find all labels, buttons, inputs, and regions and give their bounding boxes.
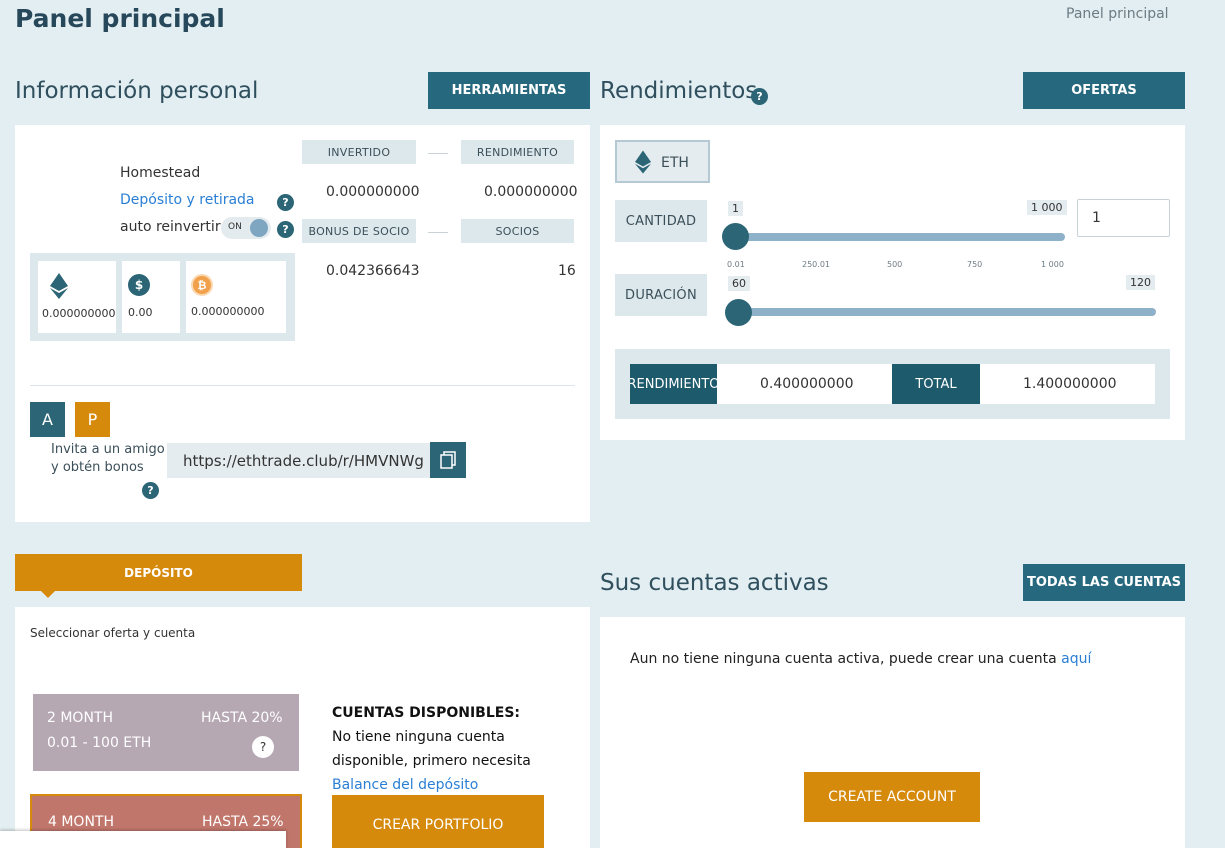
- currency-selector[interactable]: ETH: [615, 140, 710, 183]
- amount-tick: 0.01: [727, 260, 745, 269]
- amount-tick: 750: [967, 260, 983, 269]
- partners-value: 16: [558, 263, 576, 279]
- invite-text-line1: Invita a un amigo: [51, 442, 165, 457]
- avatar-a[interactable]: A: [30, 402, 65, 437]
- btc-balance-card: ₿ 0.000000000: [186, 261, 286, 333]
- ethereum-icon: [50, 273, 68, 299]
- eth-balance-card: 0.000000000: [38, 261, 116, 333]
- eth-balance-value: 0.000000000: [42, 307, 116, 320]
- duration-slider-track[interactable]: [728, 308, 1156, 316]
- here-link[interactable]: aquí: [1061, 651, 1091, 667]
- partners-label: SOCIOS: [461, 219, 574, 243]
- duration-slider-handle[interactable]: [725, 299, 752, 326]
- no-accounts-text: Aun no tiene ninguna cuenta activa, pued…: [630, 651, 1057, 667]
- duration-label: DURACIÓN: [615, 274, 707, 316]
- plan-name: 2 MONTH: [47, 710, 114, 726]
- deposit-withdraw-link[interactable]: Depósito y retirada: [120, 192, 255, 208]
- amount-tick: 1 000: [1041, 260, 1064, 269]
- result-box: RENDIMIENTO 0.400000000 TOTAL 1.40000000…: [615, 349, 1170, 419]
- available-accounts-text: disponible, primero necesita: [332, 753, 531, 769]
- divider: [30, 385, 575, 386]
- amount-slider-track[interactable]: [728, 233, 1065, 241]
- amount-tick: 500: [887, 260, 903, 269]
- btc-balance-value: 0.000000000: [191, 305, 265, 318]
- duration-min-badge: 60: [728, 276, 750, 291]
- no-accounts-message: Aun no tiene ninguna cuenta activa, pued…: [630, 651, 1091, 667]
- personal-info-title: Información personal: [15, 78, 259, 104]
- invested-label: INVERTIDO: [302, 140, 416, 164]
- returns-title: Rendimientos: [600, 78, 758, 104]
- auto-reinvest-toggle[interactable]: ON: [221, 217, 271, 239]
- referral-link-field[interactable]: https://ethtrade.club/r/HMVNWg: [167, 443, 431, 478]
- currency-label: ETH: [661, 155, 689, 171]
- yield-value: 0.000000000: [484, 184, 578, 200]
- overlay-bar: [0, 831, 286, 848]
- amount-input[interactable]: [1077, 199, 1170, 237]
- network-label: Homestead: [120, 165, 201, 181]
- duration-max-badge: 120: [1126, 275, 1155, 290]
- usd-balance-card: $ 0.00: [122, 261, 180, 333]
- help-icon[interactable]: ?: [277, 194, 294, 211]
- deposit-panel: Seleccionar oferta y cuenta 2 MONTH HAST…: [0, 607, 590, 848]
- plan-card-2-month[interactable]: 2 MONTH HASTA 20% 0.01 - 100 ETH ?: [33, 694, 299, 771]
- plan-name: 4 MONTH: [48, 814, 115, 830]
- tab-arrow-icon: [41, 591, 55, 598]
- breadcrumb[interactable]: Panel principal: [1066, 6, 1169, 22]
- ethereum-icon: [635, 150, 651, 174]
- copy-icon: [440, 451, 456, 469]
- select-offer-text: Seleccionar oferta y cuenta: [30, 626, 196, 640]
- avatar-p[interactable]: P: [75, 402, 110, 437]
- help-icon[interactable]: ?: [277, 221, 294, 238]
- result-yield-label: RENDIMIENTO: [630, 364, 717, 404]
- plan-rate: HASTA 25%: [202, 814, 284, 830]
- divider: [428, 153, 448, 154]
- invite-text-line2: y obtén bonos: [51, 460, 144, 475]
- create-account-button[interactable]: CREATE ACCOUNT: [804, 772, 980, 822]
- active-accounts-panel: Aun no tiene ninguna cuenta activa, pued…: [600, 617, 1185, 848]
- auto-reinvest-label: auto reinvertir: [120, 219, 221, 235]
- plan-rate: HASTA 20%: [201, 710, 283, 726]
- available-accounts-text: No tiene ninguna cuenta: [332, 729, 505, 745]
- amount-slider-handle[interactable]: [722, 223, 749, 250]
- dollar-icon: $: [128, 274, 150, 296]
- result-yield-value: 0.400000000: [760, 376, 854, 392]
- page-title: Panel principal: [15, 4, 225, 33]
- balances-box: 0.000000000 $ 0.00 ₿ 0.000000000: [30, 253, 295, 341]
- divider: [428, 232, 448, 233]
- deposit-balance-link[interactable]: Balance del depósito: [332, 777, 478, 793]
- amount-max-badge: 1 000: [1027, 200, 1067, 215]
- partner-bonus-label: BONUS DE SOCIO: [302, 219, 416, 243]
- returns-panel: ETH CANTIDAD 1 1 000 0.01 250.01 500 750…: [600, 125, 1185, 440]
- deposit-tab[interactable]: DEPÓSITO: [15, 554, 302, 591]
- amount-min-badge: 1: [728, 201, 743, 216]
- invested-value: 0.000000000: [326, 184, 420, 200]
- toggle-knob: [250, 219, 268, 237]
- partner-bonus-value: 0.042366643: [326, 263, 420, 279]
- total-value: 1.400000000: [1023, 376, 1117, 392]
- all-accounts-button[interactable]: TODAS LAS CUENTAS: [1023, 564, 1185, 601]
- amount-tick: 250.01: [802, 260, 830, 269]
- bitcoin-icon: ₿: [191, 274, 213, 296]
- yield-label: RENDIMIENTO: [461, 140, 574, 164]
- toggle-label: ON: [228, 222, 242, 232]
- help-icon[interactable]: ?: [252, 736, 274, 758]
- amount-label: CANTIDAD: [615, 200, 707, 242]
- help-icon[interactable]: ?: [142, 482, 159, 499]
- active-accounts-title: Sus cuentas activas: [600, 570, 829, 596]
- available-accounts-title: CUENTAS DISPONIBLES:: [332, 705, 521, 721]
- copy-button[interactable]: [430, 442, 466, 478]
- help-icon[interactable]: ?: [751, 88, 768, 105]
- offers-button[interactable]: OFERTAS: [1023, 72, 1185, 109]
- usd-balance-value: 0.00: [128, 306, 153, 319]
- total-label: TOTAL: [892, 364, 980, 404]
- tools-button[interactable]: HERRAMIENTAS: [428, 72, 590, 109]
- plan-range: 0.01 - 100 ETH: [47, 735, 152, 751]
- personal-info-panel: Homestead Depósito y retirada ? auto rei…: [15, 125, 590, 522]
- create-portfolio-button[interactable]: CREAR PORTFOLIO: [332, 795, 544, 848]
